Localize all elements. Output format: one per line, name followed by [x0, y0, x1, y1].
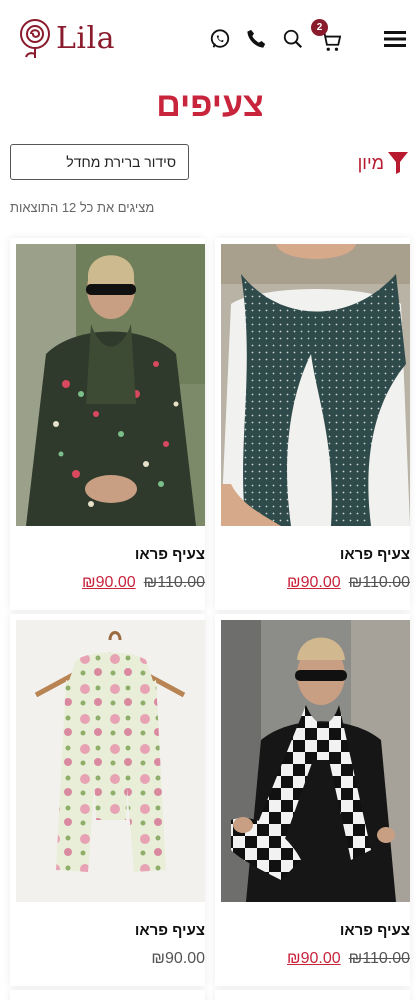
phone-icon[interactable]: [245, 28, 267, 50]
filter-funnel-icon: [388, 152, 408, 174]
logo-text: Lila: [56, 20, 115, 56]
product-prices: ₪110.00 ₪90.00: [287, 574, 410, 592]
product-card[interactable]: [215, 990, 410, 1000]
product-card[interactable]: צעיף פראו ₪110.00 ₪90.00: [10, 238, 205, 610]
product-sale-price: ₪90.00: [82, 574, 136, 591]
filter-button[interactable]: מיון: [352, 150, 408, 176]
product-name[interactable]: צעיף פראו: [135, 922, 205, 939]
site-logo[interactable]: Lila: [16, 16, 115, 60]
site-header: Lila 2: [0, 0, 420, 80]
product-card[interactable]: צעיף פראו ₪110.00 ₪90.00: [215, 238, 410, 610]
rose-logo-icon: [20, 19, 50, 58]
whatsapp-icon[interactable]: [209, 28, 231, 50]
product-sale-price: ₪90.00: [287, 950, 341, 967]
product-image[interactable]: [16, 244, 205, 526]
product-price: ₪90.00: [151, 950, 205, 967]
product-image[interactable]: [221, 620, 410, 902]
product-image[interactable]: [221, 244, 410, 526]
product-prices: ₪110.00 ₪90.00: [287, 950, 410, 968]
product-image[interactable]: [16, 620, 205, 902]
product-name[interactable]: צעיף פראו: [340, 922, 410, 939]
menu-icon[interactable]: [384, 30, 406, 48]
product-card[interactable]: [10, 990, 205, 1000]
product-old-price: ₪110.00: [348, 574, 410, 591]
page-title: צעיפים: [156, 86, 264, 124]
cart-count-badge: 2: [311, 19, 328, 36]
product-sale-price: ₪90.00: [287, 574, 341, 591]
results-count: מציגים את כל 12 התוצאות: [10, 200, 155, 215]
product-old-price: ₪110.00: [143, 574, 205, 591]
product-card[interactable]: צעיף פראו ₪110.00 ₪90.00: [215, 614, 410, 986]
sort-dropdown[interactable]: סידור ברירת מחדל: [10, 144, 189, 180]
sort-selected-value: סידור ברירת מחדל: [66, 154, 176, 170]
product-card[interactable]: צעיף פראו ₪90.00: [10, 614, 205, 986]
product-name[interactable]: צעיף פראו: [135, 546, 205, 563]
product-old-price: ₪110.00: [348, 950, 410, 967]
filter-label: מיון: [357, 152, 384, 173]
product-prices: ₪110.00 ₪90.00: [82, 574, 205, 592]
search-icon[interactable]: [282, 28, 304, 50]
product-prices: ₪90.00: [151, 950, 205, 968]
product-name[interactable]: צעיף פראו: [340, 546, 410, 563]
